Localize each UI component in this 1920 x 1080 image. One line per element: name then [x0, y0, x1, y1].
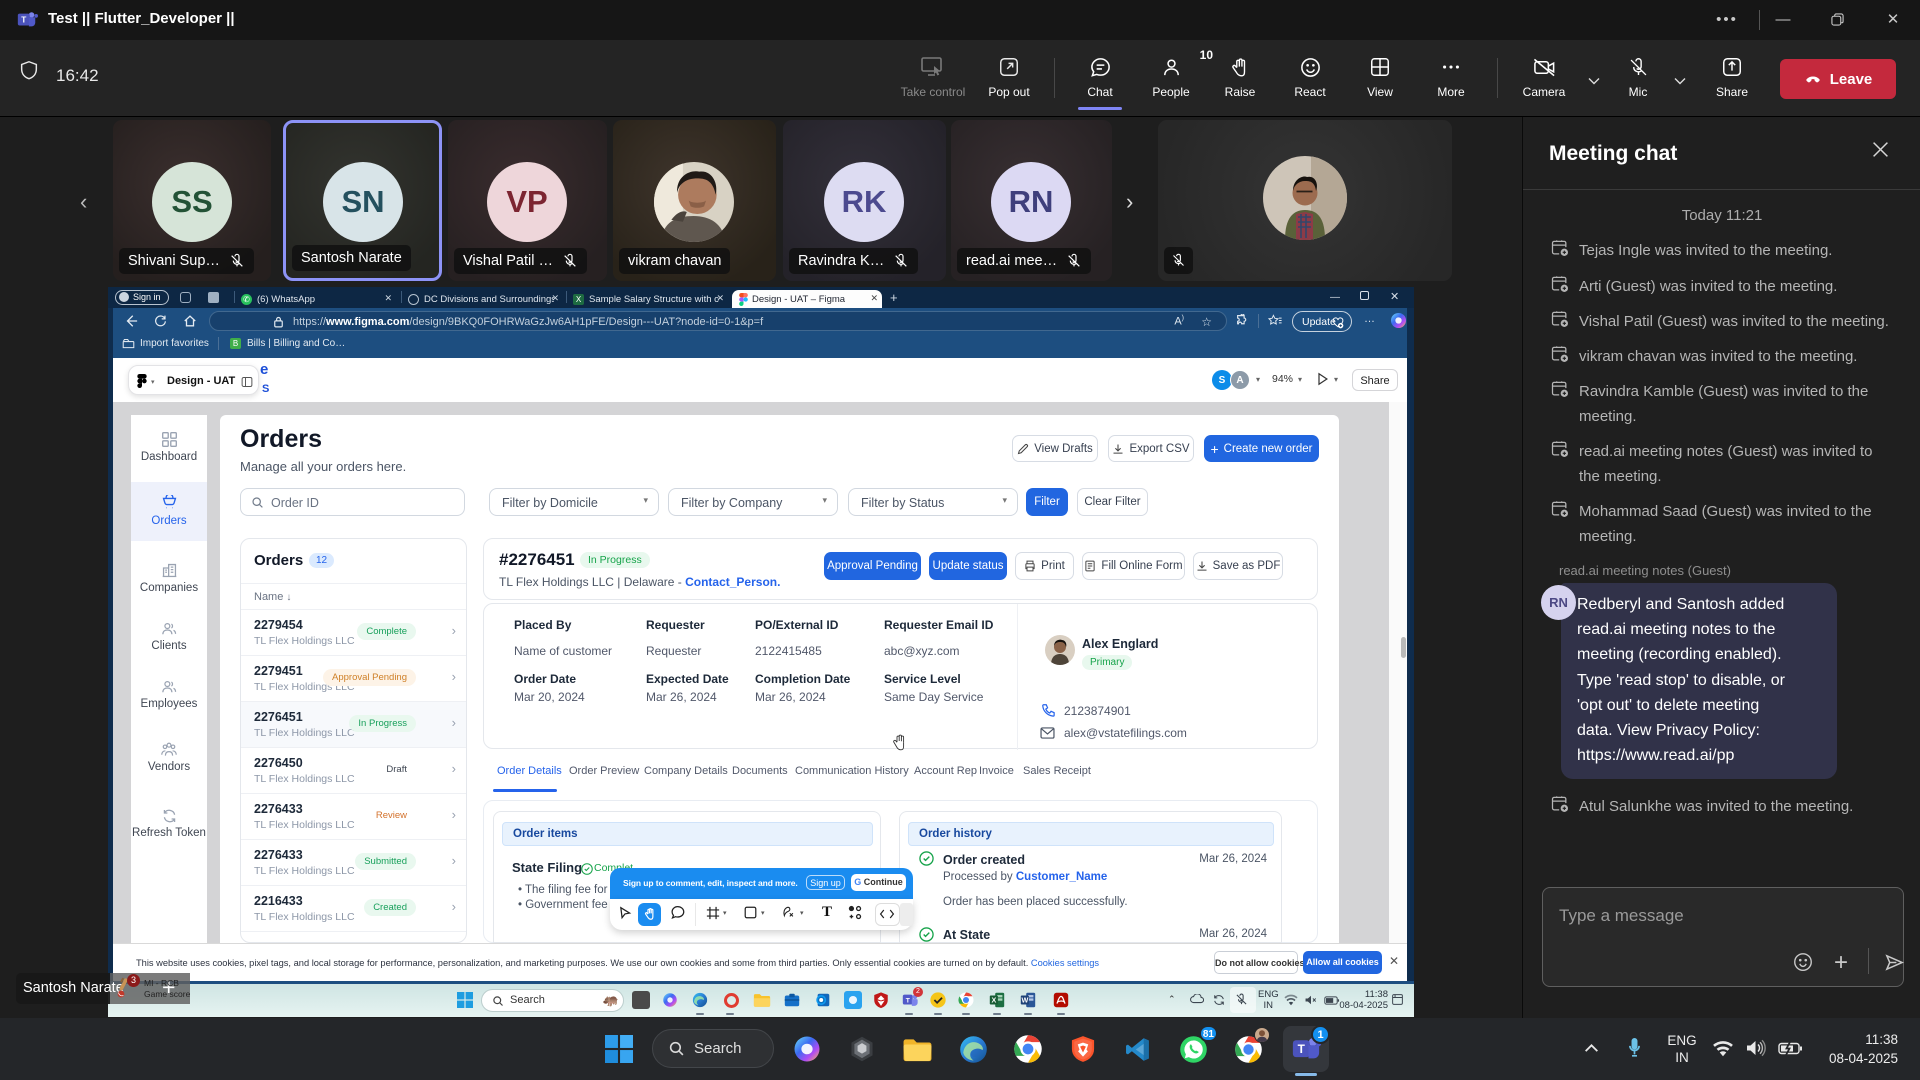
svg-text:T: T	[1298, 1042, 1306, 1056]
svg-text:W: W	[1021, 996, 1028, 1005]
svg-text:X: X	[991, 996, 996, 1005]
svg-text:T: T	[21, 15, 26, 24]
